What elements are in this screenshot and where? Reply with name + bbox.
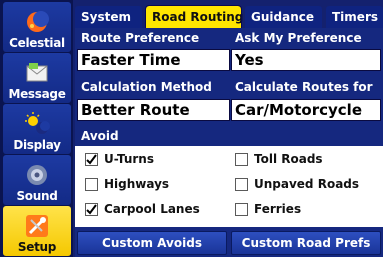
checkbox-checked[interactable] (85, 202, 98, 216)
screen: Celestial Message Display Sound Setup Sy… (0, 0, 383, 257)
setup-tools-icon (24, 213, 50, 239)
sidebar-item-setup[interactable]: Setup (3, 206, 71, 256)
avoid-option-u-turns[interactable]: U-Turns (85, 148, 154, 170)
celestial-moon-icon (24, 9, 50, 35)
route-preference-field[interactable]: Faster Time (77, 49, 230, 71)
avoid-header: Avoid (75, 128, 383, 146)
avoid-label: Avoid (81, 129, 119, 143)
avoid-option-label: Toll Roads (254, 152, 323, 166)
checkbox-unchecked[interactable] (235, 152, 248, 166)
avoid-option-toll-roads[interactable]: Toll Roads (235, 148, 323, 170)
sidebar-item-label: Setup (17, 240, 57, 254)
message-envelope-icon (24, 60, 50, 86)
sidebar-item-celestial[interactable]: Celestial (3, 2, 71, 52)
tab-guidance[interactable]: Guidance (245, 6, 322, 28)
sidebar-item-label: Sound (16, 189, 58, 203)
ask-my-preference-label: Ask My Preference (235, 31, 362, 45)
sound-speaker-icon (24, 162, 50, 188)
sidebar-item-sound[interactable]: Sound (3, 155, 71, 205)
avoid-option-label: U-Turns (104, 152, 154, 166)
checkbox-checked[interactable] (85, 152, 98, 166)
avoid-option-highways[interactable]: Highways (85, 173, 169, 195)
sidebar-item-label: Display (13, 138, 61, 152)
avoid-option-label: Unpaved Roads (254, 177, 360, 191)
ask-my-preference-field[interactable]: Yes (231, 49, 381, 71)
checkmark-icon (86, 203, 97, 215)
tab-label: Timers (332, 10, 379, 24)
avoid-options: U-Turns Highways Carpool Lanes Toll Road… (75, 146, 383, 227)
checkbox-unchecked[interactable] (85, 177, 98, 191)
sidebar-item-label: Message (8, 87, 66, 101)
avoid-option-unpaved-roads[interactable]: Unpaved Roads (235, 173, 359, 195)
calculation-method-label: Calculation Method (81, 80, 212, 94)
display-sun-moon-icon (24, 111, 50, 137)
checkbox-unchecked[interactable] (235, 177, 248, 191)
tab-timers[interactable]: Timers (326, 6, 383, 28)
checkmark-icon (86, 153, 97, 165)
avoid-option-ferries[interactable]: Ferries (235, 198, 301, 220)
calculation-method-field[interactable]: Better Route (77, 99, 230, 121)
sidebar-item-message[interactable]: Message (3, 53, 71, 103)
tab-bar: System Road Routing Guidance Timers (75, 5, 383, 29)
route-preference-label: Route Preference (81, 31, 200, 45)
avoid-option-label: Ferries (254, 202, 302, 216)
road-routing-panel: Route Preference Ask My Preference Faste… (75, 28, 383, 257)
tab-road-routing[interactable]: Road Routing (145, 5, 244, 29)
checkbox-unchecked[interactable] (235, 202, 248, 216)
avoid-option-carpool-lanes[interactable]: Carpool Lanes (85, 198, 200, 220)
sidebar-item-label: Celestial (9, 36, 65, 50)
custom-avoids-button[interactable]: Custom Avoids (77, 231, 227, 255)
calculate-routes-for-field[interactable]: Car/Motorcycle (231, 99, 381, 121)
sidebar: Celestial Message Display Sound Setup (0, 0, 73, 257)
tab-label: System (81, 10, 131, 24)
avoid-option-label: Highways (104, 177, 170, 191)
calculate-routes-for-label: Calculate Routes for (235, 80, 373, 94)
tab-system[interactable]: System (75, 6, 142, 28)
tab-label: Road Routing (152, 10, 244, 24)
sidebar-item-display[interactable]: Display (3, 104, 71, 154)
avoid-option-label: Carpool Lanes (104, 202, 200, 216)
tab-label: Guidance (251, 10, 314, 24)
custom-road-prefs-button[interactable]: Custom Road Prefs (231, 231, 381, 255)
